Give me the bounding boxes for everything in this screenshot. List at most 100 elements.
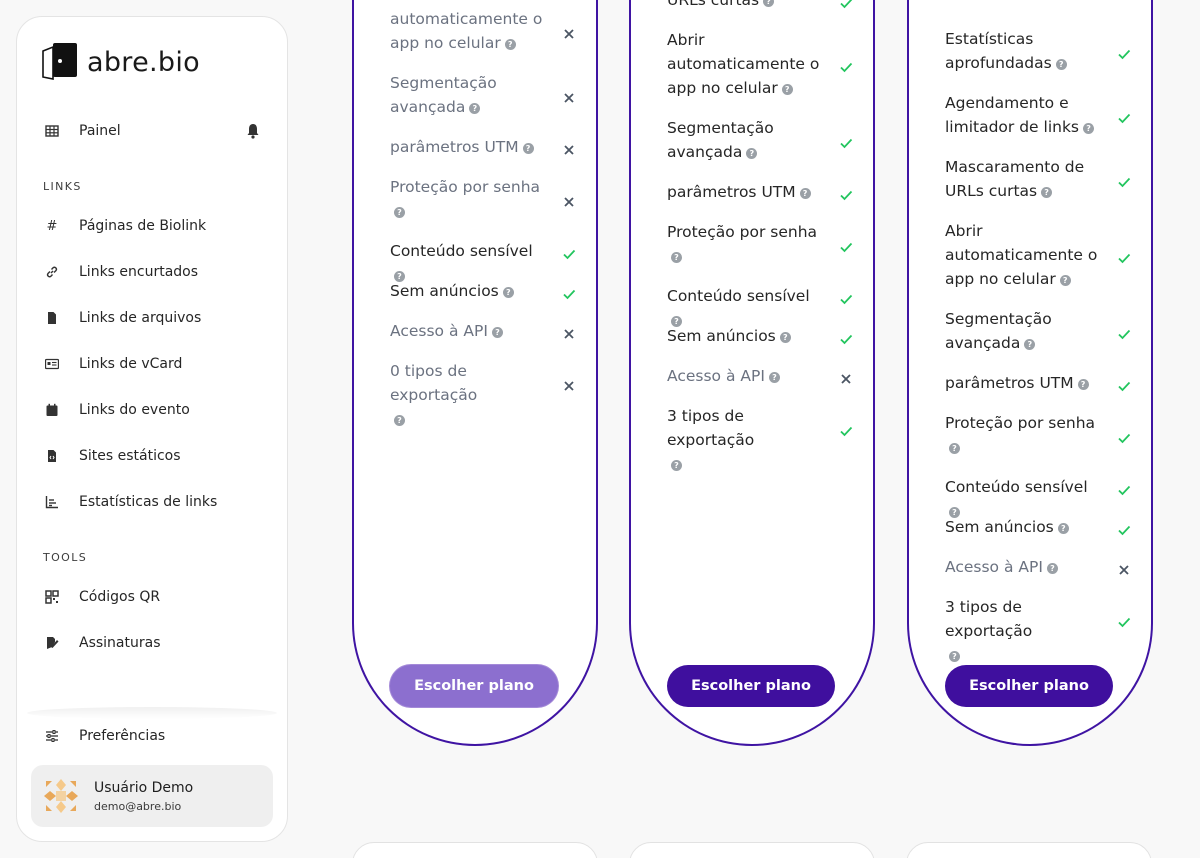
help-icon[interactable]: ? [746, 148, 758, 159]
plan-feature-label: 0 tipos de exportação? [390, 359, 546, 431]
plan-feature: 0 tipos de exportação? [390, 359, 576, 431]
plan-feature: URLs curtas? [667, 0, 853, 12]
choose-plan-button[interactable]: Escolher plano [390, 665, 558, 707]
brand-logo[interactable]: abre.bio [39, 41, 200, 83]
plan-feature-label: Sem anúncios? [667, 324, 823, 348]
check-icon [1117, 376, 1131, 392]
help-icon[interactable]: ? [779, 332, 791, 343]
brand-name: abre.bio [87, 46, 200, 78]
choose-plan-button[interactable]: Escolher plano [945, 665, 1113, 707]
hash-icon: # [46, 218, 58, 234]
feature-text-line: Conteúdo sensível [390, 242, 533, 260]
sidebar-item-link-statistics[interactable]: Estatísticas de links [43, 490, 217, 514]
plan-feature-label: URLs curtas? [667, 0, 823, 12]
plan-feature-label: Acesso à API? [945, 555, 1101, 579]
plan-feature: Mascaramento de URLs curtas? [945, 155, 1131, 203]
feature-text-line: parâmetros UTM [945, 374, 1074, 392]
help-icon[interactable]: ? [763, 0, 775, 7]
sidebar-item-short-links[interactable]: Links encurtados [43, 260, 198, 284]
help-icon[interactable]: ? [491, 327, 503, 338]
sidebar-item-preferences[interactable]: Preferências [43, 724, 165, 748]
user-name: Usuário Demo [94, 779, 194, 796]
help-icon[interactable]: ? [1024, 339, 1036, 350]
help-icon[interactable]: ? [1077, 379, 1089, 390]
help-icon[interactable]: ? [502, 287, 514, 298]
feature-text-line: Abrir [667, 31, 705, 49]
choose-plan-button[interactable]: Escolher plano [667, 665, 835, 707]
help-icon[interactable]: ? [1041, 187, 1053, 198]
check-icon [839, 0, 853, 9]
sidebar-item-dashboard[interactable]: Painel [43, 119, 121, 143]
help-icon[interactable]: ? [781, 84, 793, 95]
help-icon[interactable]: ? [1055, 59, 1067, 70]
plan-feature: parâmetros UTM? [390, 135, 576, 159]
plan-feature-label: 3 tipos de exportação? [667, 404, 823, 476]
sidebar-item-label: Links do evento [79, 402, 190, 418]
help-icon[interactable]: ? [522, 143, 534, 154]
help-icon[interactable]: ? [949, 651, 960, 662]
feature-text-line: Abrir [945, 222, 983, 240]
feature-text-line: app no celular [390, 34, 501, 52]
help-icon[interactable]: ? [671, 460, 682, 471]
feature-text-line: automaticamente o [945, 246, 1098, 264]
help-icon[interactable]: ? [949, 443, 960, 454]
feature-text-line: parâmetros UTM [390, 138, 519, 156]
feature-text-line: 3 tipos de exportação [667, 407, 755, 449]
feature-text-line: 3 tipos de exportação [945, 598, 1033, 640]
sidebar-item-biolink-pages[interactable]: # Páginas de Biolink [43, 214, 207, 238]
feature-text-line: Estatísticas [945, 30, 1034, 48]
cross-icon [562, 24, 576, 39]
plan-card: URLs curtas? Abrir automaticamente o app no… [629, 0, 875, 746]
plan-feature-label: parâmetros UTM? [667, 180, 823, 204]
feature-text-line: Acesso à API [667, 367, 765, 385]
feature-text-line: Proteção por senha [390, 178, 541, 196]
sidebar-item-label: Painel [79, 123, 121, 139]
plan-feature-label: Sem anúncios? [390, 279, 546, 303]
sidebar-item-vcard-links[interactable]: Links de vCard [43, 352, 182, 376]
feature-text-line: Segmentação [945, 310, 1052, 328]
plan-feature: Abrir automaticamente o app no celular? [945, 219, 1131, 291]
bell-icon[interactable] [246, 123, 260, 139]
user-card[interactable]: Usuário Demo demo@abre.bio [31, 765, 273, 827]
feature-text-line: Sem anúncios [667, 327, 776, 345]
sidebar-item-file-links[interactable]: Links de arquivos [43, 306, 201, 330]
cross-icon [562, 376, 576, 391]
sidebar-item-static-sites[interactable]: Sites estáticos [43, 444, 181, 468]
feature-text-line: Proteção por senha [945, 414, 1096, 432]
links-section-label: LINKS [43, 180, 82, 193]
help-icon[interactable]: ? [469, 103, 481, 114]
qr-icon [43, 588, 61, 606]
check-icon [1117, 44, 1131, 60]
help-icon[interactable]: ? [1046, 563, 1058, 574]
help-icon[interactable]: ? [799, 188, 811, 199]
chart-icon [43, 493, 61, 511]
help-icon[interactable]: ? [1083, 123, 1095, 134]
sidebar-item-event-links[interactable]: Links do evento [43, 398, 190, 422]
plan-feature-label: parâmetros UTM? [390, 135, 546, 159]
help-icon[interactable]: ? [394, 207, 405, 218]
check-icon [562, 284, 576, 300]
plan-feature: Acesso à API? [667, 364, 853, 388]
help-icon[interactable]: ? [394, 415, 405, 426]
plan-feature: Acesso à API? [945, 555, 1131, 579]
plan-feature-label: 3 tipos de exportação? [945, 595, 1101, 667]
plan-feature-label: Segmentação avançada? [667, 116, 823, 164]
feature-text-line: Proteção por senha [667, 223, 818, 241]
help-icon[interactable]: ? [768, 372, 780, 383]
sidebar-item-qr-codes[interactable]: Códigos QR [43, 585, 160, 609]
user-email: demo@abre.bio [94, 799, 182, 813]
sidebar-item-signatures[interactable]: Assinaturas [43, 631, 161, 655]
plan-card-next [352, 842, 598, 858]
help-icon[interactable]: ? [671, 252, 682, 263]
check-icon [1117, 612, 1131, 628]
sidebar-item-label: Preferências [79, 728, 166, 744]
sidebar-item-label: Códigos QR [79, 589, 161, 605]
sidebar-item-label: Links de vCard [79, 356, 183, 372]
sidebar-item-label: Links encurtados [79, 264, 199, 280]
help-icon[interactable]: ? [1057, 523, 1069, 534]
plan-card: automaticamente o app no celular? Segmenta… [352, 0, 598, 746]
file-code-icon [43, 447, 61, 465]
help-icon[interactable]: ? [1059, 275, 1071, 286]
help-icon[interactable]: ? [504, 39, 516, 50]
plan-feature: parâmetros UTM? [945, 371, 1131, 395]
